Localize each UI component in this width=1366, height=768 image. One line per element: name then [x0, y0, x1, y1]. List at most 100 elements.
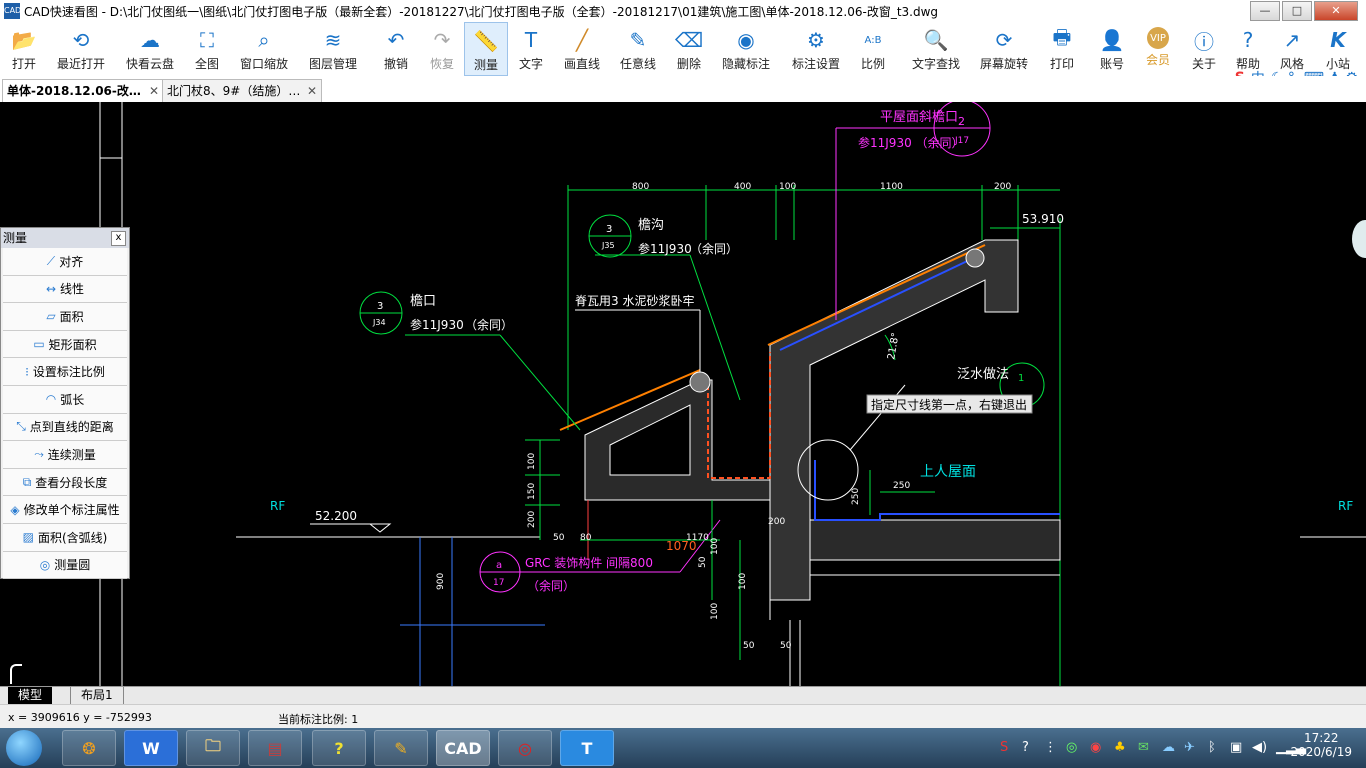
redo-icon: ↷ — [433, 28, 451, 52]
taskbar-app-t[interactable]: T — [560, 730, 614, 766]
network-tray-icon[interactable]: ⋮ — [1044, 740, 1057, 755]
start-button[interactable] — [6, 730, 42, 766]
hide-dim-button[interactable]: ◉ 隐藏标注 — [718, 22, 774, 76]
account-button[interactable]: 👤 账号 — [1094, 22, 1130, 76]
open-button[interactable]: 📂 打开 — [4, 22, 44, 76]
tag-3b: 3 — [377, 301, 383, 312]
layers-button[interactable]: ≋ 图层管理 — [304, 22, 362, 76]
dim-200: 200 — [994, 182, 1011, 192]
layout-tab-layout1[interactable]: 布局1 — [70, 687, 124, 704]
measure-rect-area-button[interactable]: ▭ 矩形面积 — [3, 330, 127, 359]
taskbar-app-explorer[interactable]: 🗀 — [186, 730, 240, 766]
zoom-window-button[interactable]: ⌕ 窗口缩放 — [236, 22, 292, 76]
point-line-distance-icon: ⤡ — [16, 419, 26, 434]
recent-button[interactable]: ⟲ 最近打开 — [52, 22, 110, 76]
print-label: 打印 — [1049, 57, 1074, 71]
volume-tray-icon[interactable]: ◀) — [1252, 740, 1267, 755]
netease-tray-icon[interactable]: ◉ — [1090, 740, 1101, 755]
taskbar-app-winrar[interactable]: ▤ — [248, 730, 302, 766]
delete-button[interactable]: ⌫ 删除 — [672, 22, 706, 76]
measure-button[interactable]: 📏 测量 — [464, 22, 508, 76]
account-icon: 👤 — [1099, 28, 1125, 52]
minimize-button[interactable]: — — [1250, 1, 1280, 21]
about-button[interactable]: ⓘ 关于 — [1186, 22, 1222, 76]
freeline-button[interactable]: ✎ 任意线 — [616, 22, 660, 76]
document-tabbar: 单体-2018.12.06-改… ✕ 北门杖8、9#（结施）… ✕ — [0, 76, 1366, 103]
elevation-53910: 53.910 — [1022, 212, 1064, 226]
roof-walk-label: 上人屋面 — [920, 464, 976, 480]
scale-label: 比例 — [860, 57, 885, 71]
window-title: CAD快速看图 - D:\北门仗图纸一\图纸\北门仗打图电子版（最新全套）-20… — [24, 4, 939, 19]
taskbar-app-help[interactable]: ? — [312, 730, 366, 766]
vip-label: 会员 — [1145, 53, 1170, 67]
close-icon[interactable]: ✕ — [307, 80, 317, 102]
undo-button[interactable]: ↶ 撤销 — [378, 22, 414, 76]
doc-tab-2[interactable]: 北门杖8、9#（结施）… ✕ — [162, 79, 322, 102]
system-clock[interactable]: 17:22 2020/6/19 — [1290, 731, 1352, 759]
cloud-tray-icon[interactable]: ☁ — [1162, 740, 1175, 755]
taskbar-app-wps[interactable]: W — [124, 730, 178, 766]
redo-button[interactable]: ↷ 恢复 — [424, 22, 460, 76]
dim-100c: 100 — [710, 603, 720, 620]
measure-panel-header[interactable]: 测量 x — [1, 228, 129, 248]
close-icon[interactable]: x — [111, 231, 126, 246]
vip-icon: VIP — [1147, 27, 1169, 49]
tag-j17: J17 — [954, 136, 969, 146]
line-label: 画直线 — [563, 57, 600, 71]
undo-icon: ↶ — [387, 28, 405, 52]
arc-length-button[interactable]: ◠ 弧长 — [3, 385, 127, 414]
dim-150: 150 — [527, 483, 537, 500]
text-search-label: 文字查找 — [911, 57, 960, 71]
dim-settings-button[interactable]: ⚙ 标注设置 — [788, 22, 844, 76]
measure-icon: 📏 — [473, 29, 499, 53]
vip-button[interactable]: VIP 会员 — [1140, 22, 1176, 76]
point-line-distance-button[interactable]: ⤡ 点到直线的距离 — [3, 413, 127, 442]
dim-100b: 100 — [710, 538, 720, 555]
text-button[interactable]: T 文字 — [514, 22, 548, 76]
wechat-tray-icon[interactable]: ✉ — [1138, 740, 1149, 755]
doc-tab-1[interactable]: 单体-2018.12.06-改… ✕ — [2, 79, 164, 102]
qq-tray-icon[interactable]: ♣ — [1114, 740, 1126, 755]
measure-align-button[interactable]: ⟋ 对齐 — [3, 248, 127, 276]
bluetooth-tray-icon[interactable]: ᛒ — [1208, 740, 1216, 755]
print-button[interactable]: 🖶 打印 — [1044, 22, 1080, 76]
line-button[interactable]: ╱ 画直线 — [560, 22, 604, 76]
continuous-measure-button[interactable]: ⤳ 连续测量 — [3, 441, 127, 469]
green-tray-icon[interactable]: ◎ — [1066, 740, 1077, 755]
feather-tray-icon[interactable]: ✈ — [1184, 740, 1195, 755]
elevation-52200: 52.200 — [315, 509, 357, 523]
system-tray: S ? ⋮ ◎ ◉ ♣ ✉ ☁ ✈ ᛒ ▣ ◀) ▁▂▃ 17:22 2020/… — [986, 728, 1366, 768]
close-icon[interactable]: ✕ — [149, 80, 159, 102]
rotate-screen-button[interactable]: ⟳ 屏幕旋转 — [976, 22, 1032, 76]
delete-label: 删除 — [676, 57, 701, 71]
cloud-button[interactable]: ☁ 快看云盘 — [122, 22, 178, 76]
set-dim-scale-button[interactable]: ⁝ 设置标注比例 — [3, 358, 127, 386]
hide-dim-label: 隐藏标注 — [721, 57, 770, 71]
measure-circle-button[interactable]: ◎ 测量圆 — [3, 551, 127, 580]
help-tray-icon[interactable]: ? — [1022, 740, 1029, 755]
measure-area-button[interactable]: ▱ 面积 — [3, 303, 127, 331]
fullview-button[interactable]: ⛶ 全图 — [188, 22, 226, 76]
layout-tab-model[interactable]: 模型 — [8, 687, 53, 704]
coordinate-readout: x = 3909616 y = -752993 — [8, 711, 152, 724]
close-button[interactable]: ✕ — [1314, 1, 1358, 21]
drawing-canvas[interactable]: 平屋面斜檐口 参11J930 （余同） 2 J17 檐沟 参11J930 （余同… — [0, 102, 1366, 686]
arc-area-button[interactable]: ▨ 面积(含弧线) — [3, 523, 127, 552]
zoom-window-label: 窗口缩放 — [239, 57, 288, 71]
eave-label: 檐口 — [410, 294, 436, 309]
edit-dim-button[interactable]: ◈ 修改单个标注属性 — [3, 496, 127, 524]
taskbar-app-browser[interactable]: ❂ — [62, 730, 116, 766]
measure-align-label: 对齐 — [59, 254, 84, 269]
device-tray-icon[interactable]: ▣ — [1230, 740, 1242, 755]
arc-length-icon: ◠ — [45, 392, 57, 407]
taskbar-app-netease[interactable]: ◎ — [498, 730, 552, 766]
taskbar-app-notes[interactable]: ✎ — [374, 730, 428, 766]
segment-length-button[interactable]: ⧉ 查看分段长度 — [3, 468, 127, 497]
redo-label: 恢复 — [429, 57, 454, 71]
taskbar-app-cad[interactable]: CAD — [436, 730, 490, 766]
measure-linear-button[interactable]: ↔ 线性 — [3, 275, 127, 304]
scale-button[interactable]: A:B 比例 — [856, 22, 890, 76]
maximize-button[interactable]: □ — [1282, 1, 1312, 21]
sogou-tray-icon[interactable]: S — [1000, 740, 1008, 755]
text-search-button[interactable]: 🔍 文字查找 — [906, 22, 966, 76]
